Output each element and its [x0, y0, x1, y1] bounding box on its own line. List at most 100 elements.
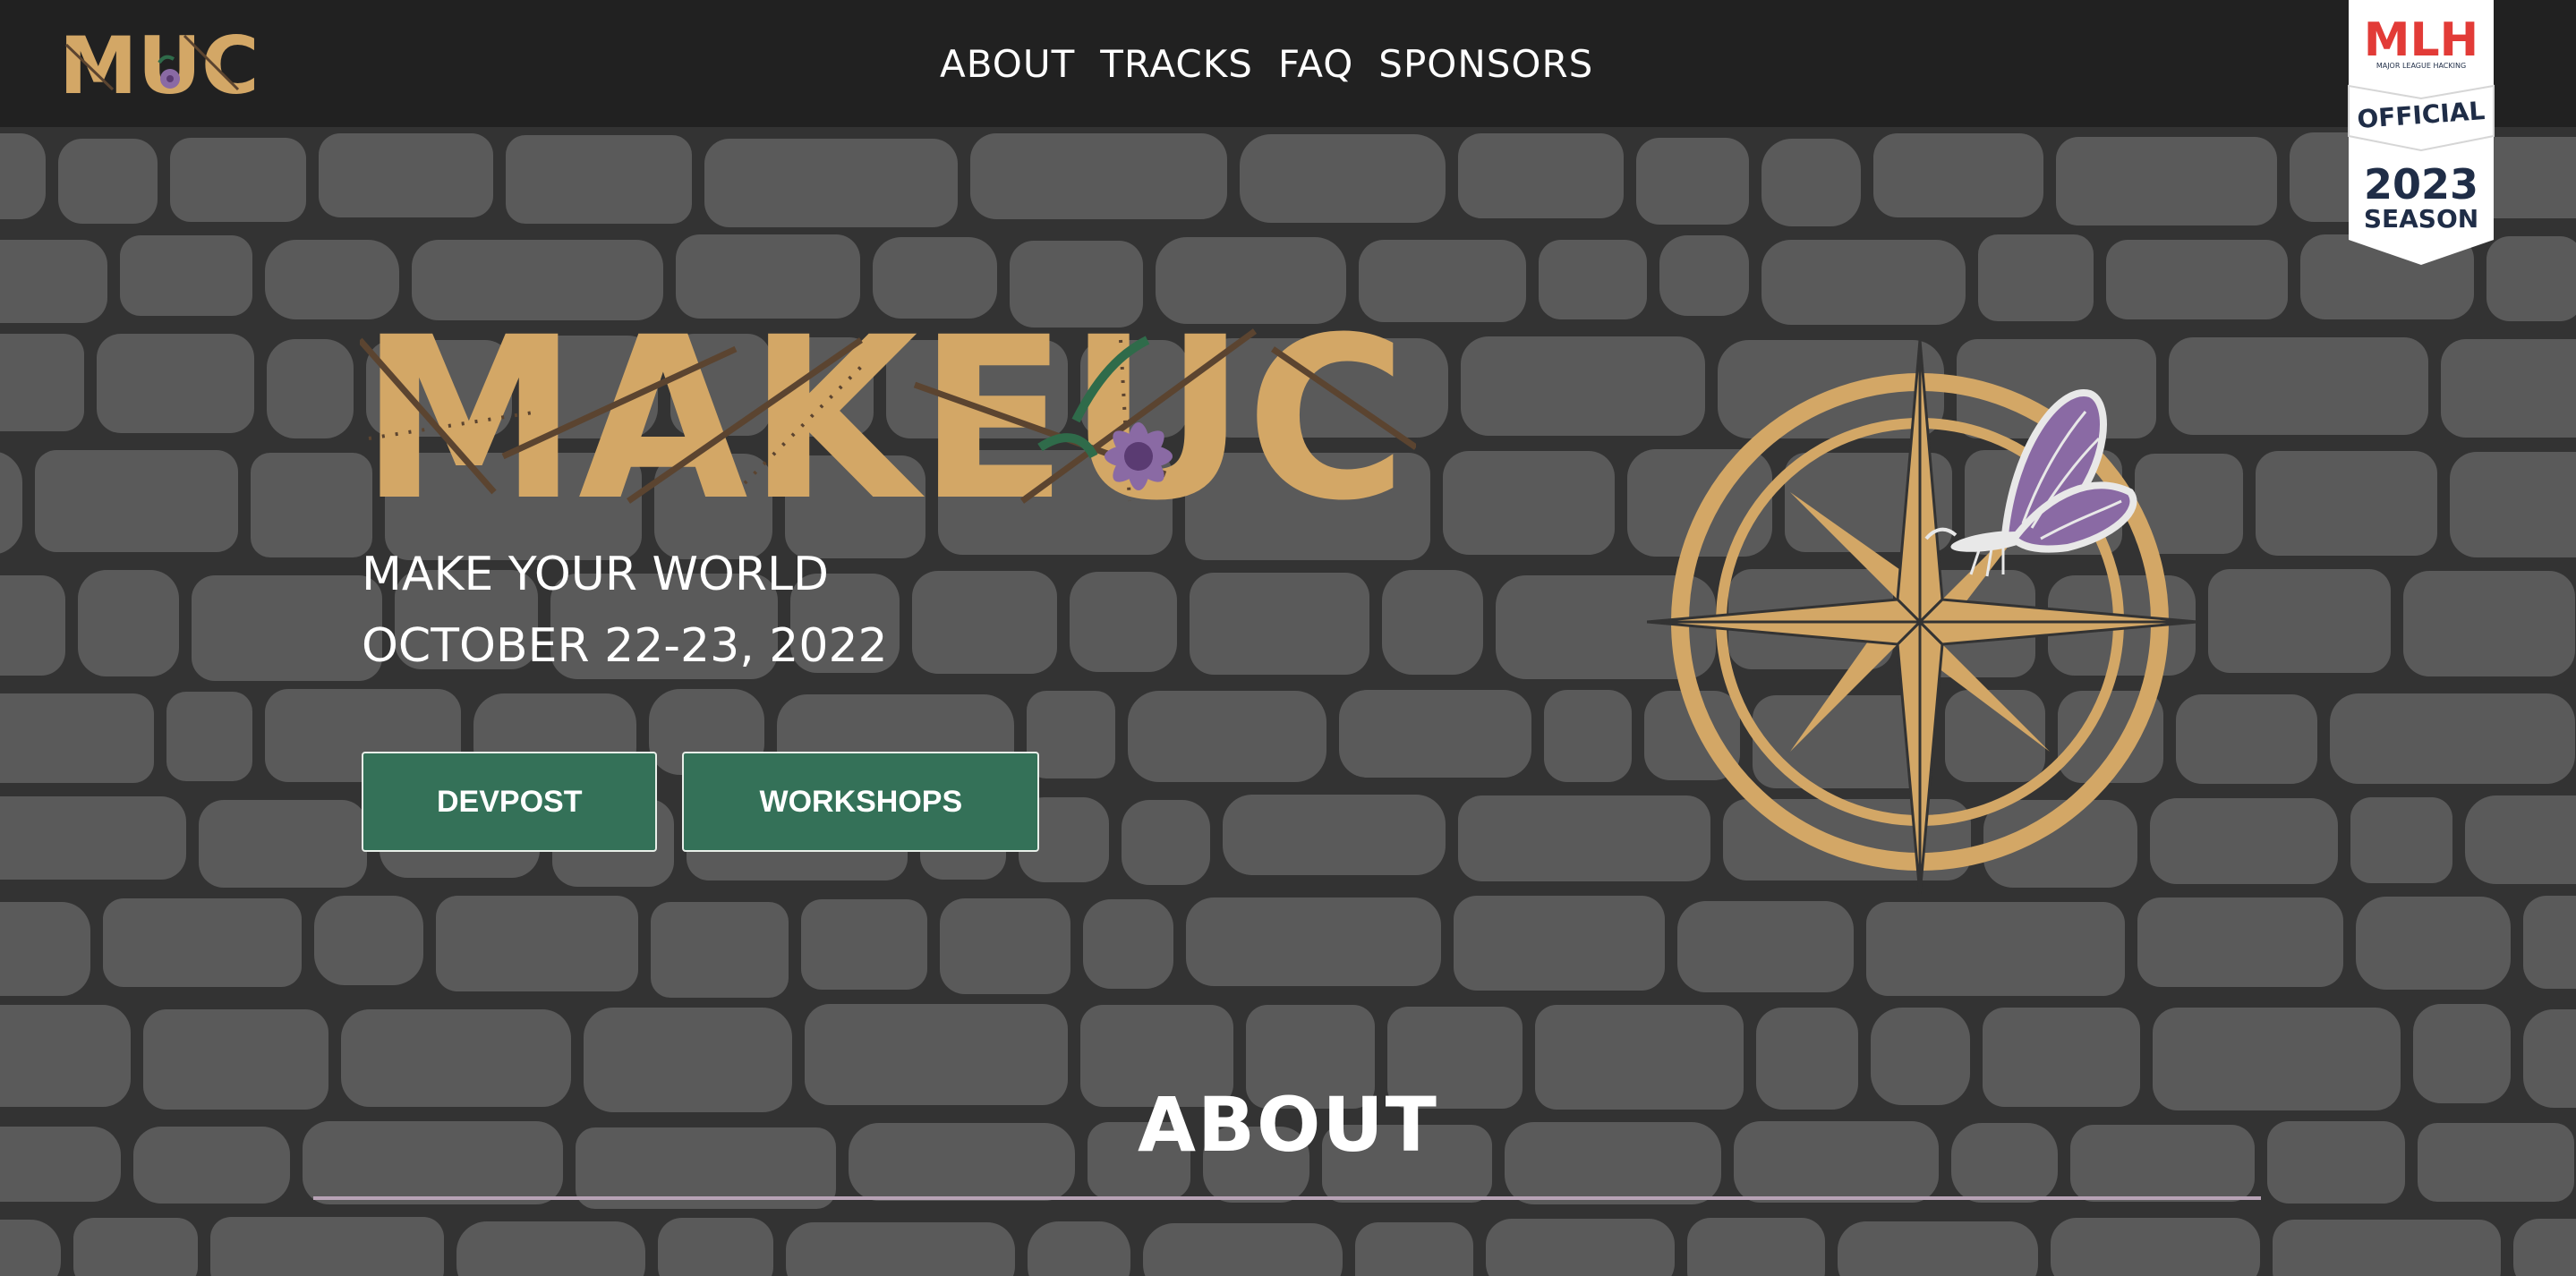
stone-tile: [704, 139, 958, 227]
hero-tagline: MAKE YOUR WORLD OCTOBER 22-23, 2022: [362, 539, 888, 682]
stone-tile: [1873, 133, 2043, 217]
stone-tile: [0, 1220, 61, 1276]
stone-tile: [1687, 1218, 1825, 1276]
stone-tile: [970, 133, 1227, 219]
stone-tile: [0, 902, 90, 996]
top-navbar: MUC ABOUT TRACKS FAQ SPONSORS: [0, 0, 2576, 127]
stone-tile: [1156, 237, 1346, 324]
event-dates: OCTOBER 22-23, 2022: [362, 619, 888, 673]
stone-tile: [2137, 897, 2343, 987]
stone-tile: [1223, 795, 1446, 875]
stone-tile: [0, 334, 84, 431]
nav-tracks[interactable]: TRACKS: [1100, 42, 1253, 86]
stone-tile: [940, 898, 1070, 994]
stone-tile: [1128, 691, 1326, 782]
stone-tile: [1359, 240, 1526, 322]
section-divider: [313, 1196, 2261, 1200]
stone-tile: [873, 237, 997, 319]
stone-tile: [676, 234, 860, 319]
mlh-season-text: SEASON: [2364, 204, 2478, 234]
stone-tile: [1636, 138, 1749, 225]
stone-tile: [0, 240, 107, 323]
stone-tile: [2523, 896, 2576, 989]
stone-tile: [1659, 235, 1749, 316]
hero-title-text: MAKEUC: [360, 313, 1407, 506]
stone-tile: [170, 138, 306, 222]
stone-tile: [2403, 571, 2575, 676]
stone-tile: [1190, 573, 1369, 675]
makeuc-title-logo: MAKEUC: [360, 313, 1416, 506]
stone-tile: [1382, 570, 1483, 675]
about-heading: ABOUT: [1138, 1081, 1438, 1169]
stone-tile: [2169, 337, 2428, 435]
stone-tile: [456, 1221, 645, 1276]
stone-tile: [1458, 133, 1624, 218]
stone-tile: [73, 1218, 198, 1276]
stone-tile: [801, 899, 927, 990]
muc-logo-icon: MUC: [59, 27, 260, 100]
stone-tile: [1070, 572, 1177, 672]
stone-tile: [1486, 1219, 1675, 1276]
stone-tile: [251, 453, 372, 557]
stone-tile: [120, 235, 252, 316]
mlh-badge-icon: MLH MAJOR LEAGUE HACKING OFFICIAL 2023 S…: [2348, 0, 2495, 265]
stone-tile: [1443, 451, 1615, 555]
stone-tile: [314, 896, 423, 985]
workshops-button[interactable]: WORKSHOPS: [682, 752, 1040, 852]
mlh-org-text: MAJOR LEAGUE HACKING: [2376, 62, 2466, 70]
stone-tile: [1978, 234, 2094, 321]
stone-tile: [1539, 240, 1647, 319]
stone-tile: [2051, 1218, 2260, 1276]
stone-tile: [58, 139, 158, 224]
stone-tile: [210, 1217, 444, 1276]
stone-tile: [2486, 236, 2576, 321]
stone-tile: [651, 902, 789, 998]
devpost-button[interactable]: DEVPOST: [362, 752, 658, 852]
nav-faq[interactable]: FAQ: [1278, 42, 1353, 86]
stone-tile: [1083, 899, 1173, 989]
stone-tile: [97, 334, 254, 433]
stone-tile: [2441, 339, 2576, 438]
stone-tile: [2350, 797, 2452, 883]
stone-tile: [0, 133, 46, 219]
stone-tile: [0, 452, 22, 554]
stone-tile: [912, 571, 1057, 674]
stone-tile: [2208, 569, 2391, 673]
stone-tile: [1544, 690, 1632, 782]
stone-tile: [0, 575, 65, 676]
stone-tile: [2356, 897, 2511, 990]
stone-tile: [1027, 691, 1115, 778]
stone-tile: [2465, 795, 2576, 884]
stone-tile: [1240, 134, 1446, 223]
stone-tile: [199, 800, 367, 888]
stone-tile: [1339, 690, 1531, 778]
compass-illustration: [1647, 340, 2198, 895]
stone-tile: [0, 796, 186, 880]
stone-tile: [1838, 1221, 2038, 1276]
stone-tile: [1028, 1221, 1130, 1276]
stone-tile: [2106, 240, 2288, 319]
stone-tile: [1761, 240, 1966, 325]
nav-sponsors[interactable]: SPONSORS: [1378, 42, 1593, 86]
stone-tile: [35, 450, 238, 552]
stone-tile: [436, 896, 638, 991]
stone-tile: [658, 1218, 773, 1276]
compass-icon: [1647, 340, 2198, 895]
stone-tile: [412, 240, 663, 320]
stone-tile: [1122, 800, 1210, 885]
stone-tile: [166, 692, 252, 781]
mlh-logo-text: MLH: [2364, 13, 2478, 67]
stone-tile: [2256, 451, 2437, 556]
nav-about[interactable]: ABOUT: [940, 42, 1075, 86]
mlh-year-text: 2023: [2364, 160, 2478, 208]
stone-tile: [319, 133, 493, 217]
stone-tile: [1143, 1223, 1343, 1276]
stone-tile: [1677, 901, 1854, 992]
stone-tile: [1761, 139, 1861, 226]
stone-tile: [786, 1222, 1015, 1276]
stone-tile: [1454, 896, 1665, 991]
stone-tile: [1355, 1222, 1473, 1276]
stone-tile: [2056, 137, 2277, 225]
stone-tile: [2330, 693, 2575, 784]
tagline-line: MAKE YOUR WORLD: [362, 548, 829, 601]
